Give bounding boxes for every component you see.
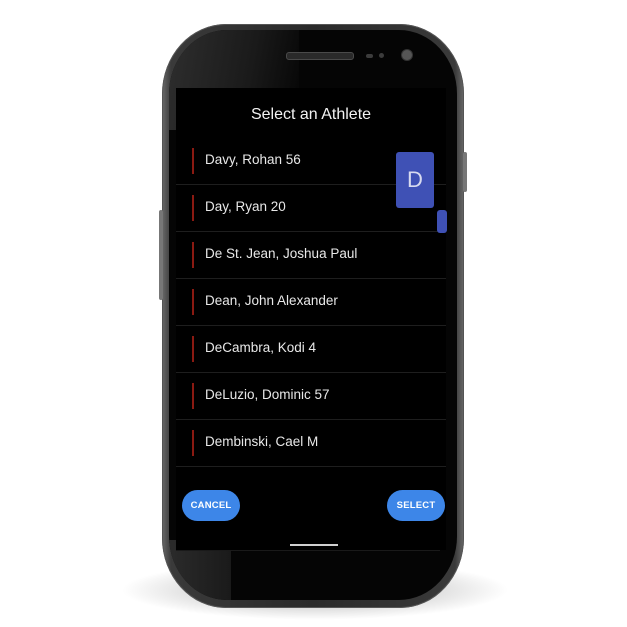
- athlete-list-item[interactable]: Dembinski, Cael M: [176, 420, 446, 467]
- speaker-grille: [286, 52, 354, 60]
- dialog-title: Select an Athlete: [250, 106, 372, 123]
- accent-bar: [192, 148, 194, 174]
- athlete-name: DeCambra, Kodi 4: [205, 340, 317, 355]
- athlete-name: Davy, Rohan 56: [205, 152, 301, 167]
- athlete-name: Dean, John Alexander: [205, 293, 338, 308]
- power-button: [463, 152, 467, 192]
- accent-bar: [192, 430, 194, 456]
- accent-bar: [192, 195, 194, 221]
- accent-bar: [192, 242, 194, 268]
- volume-button: [159, 210, 163, 300]
- athlete-list-item[interactable]: DeLuzio, Dominic 57: [176, 373, 446, 420]
- accent-bar: [192, 289, 194, 315]
- home-indicator[interactable]: [290, 544, 338, 546]
- accent-bar: [192, 336, 194, 362]
- cancel-button[interactable]: CANCEL: [182, 490, 240, 521]
- select-button[interactable]: SELECT: [387, 490, 445, 521]
- athlete-name: De St. Jean, Joshua Paul: [205, 246, 358, 261]
- nav-divider: [176, 550, 440, 551]
- accent-bar: [192, 383, 194, 409]
- athlete-picker-dialog: Select an Athlete Davy, Rohan 56 Day, Ry…: [176, 88, 447, 551]
- athlete-list-item[interactable]: De St. Jean, Joshua Paul: [176, 232, 446, 279]
- athlete-list-item[interactable]: Dean, John Alexander: [176, 279, 446, 326]
- fast-scroll-index-bubble: D: [396, 152, 434, 208]
- proximity-sensor: [366, 54, 373, 58]
- athlete-list-item[interactable]: DeCambra, Kodi 4: [176, 326, 446, 373]
- athlete-name: Dembinski, Cael M: [205, 434, 319, 449]
- light-sensor: [379, 53, 384, 58]
- athlete-name: Day, Ryan 20: [205, 199, 286, 214]
- front-camera-icon: [402, 50, 412, 60]
- fast-scroll-thumb[interactable]: [437, 210, 447, 233]
- athlete-name: DeLuzio, Dominic 57: [205, 387, 330, 402]
